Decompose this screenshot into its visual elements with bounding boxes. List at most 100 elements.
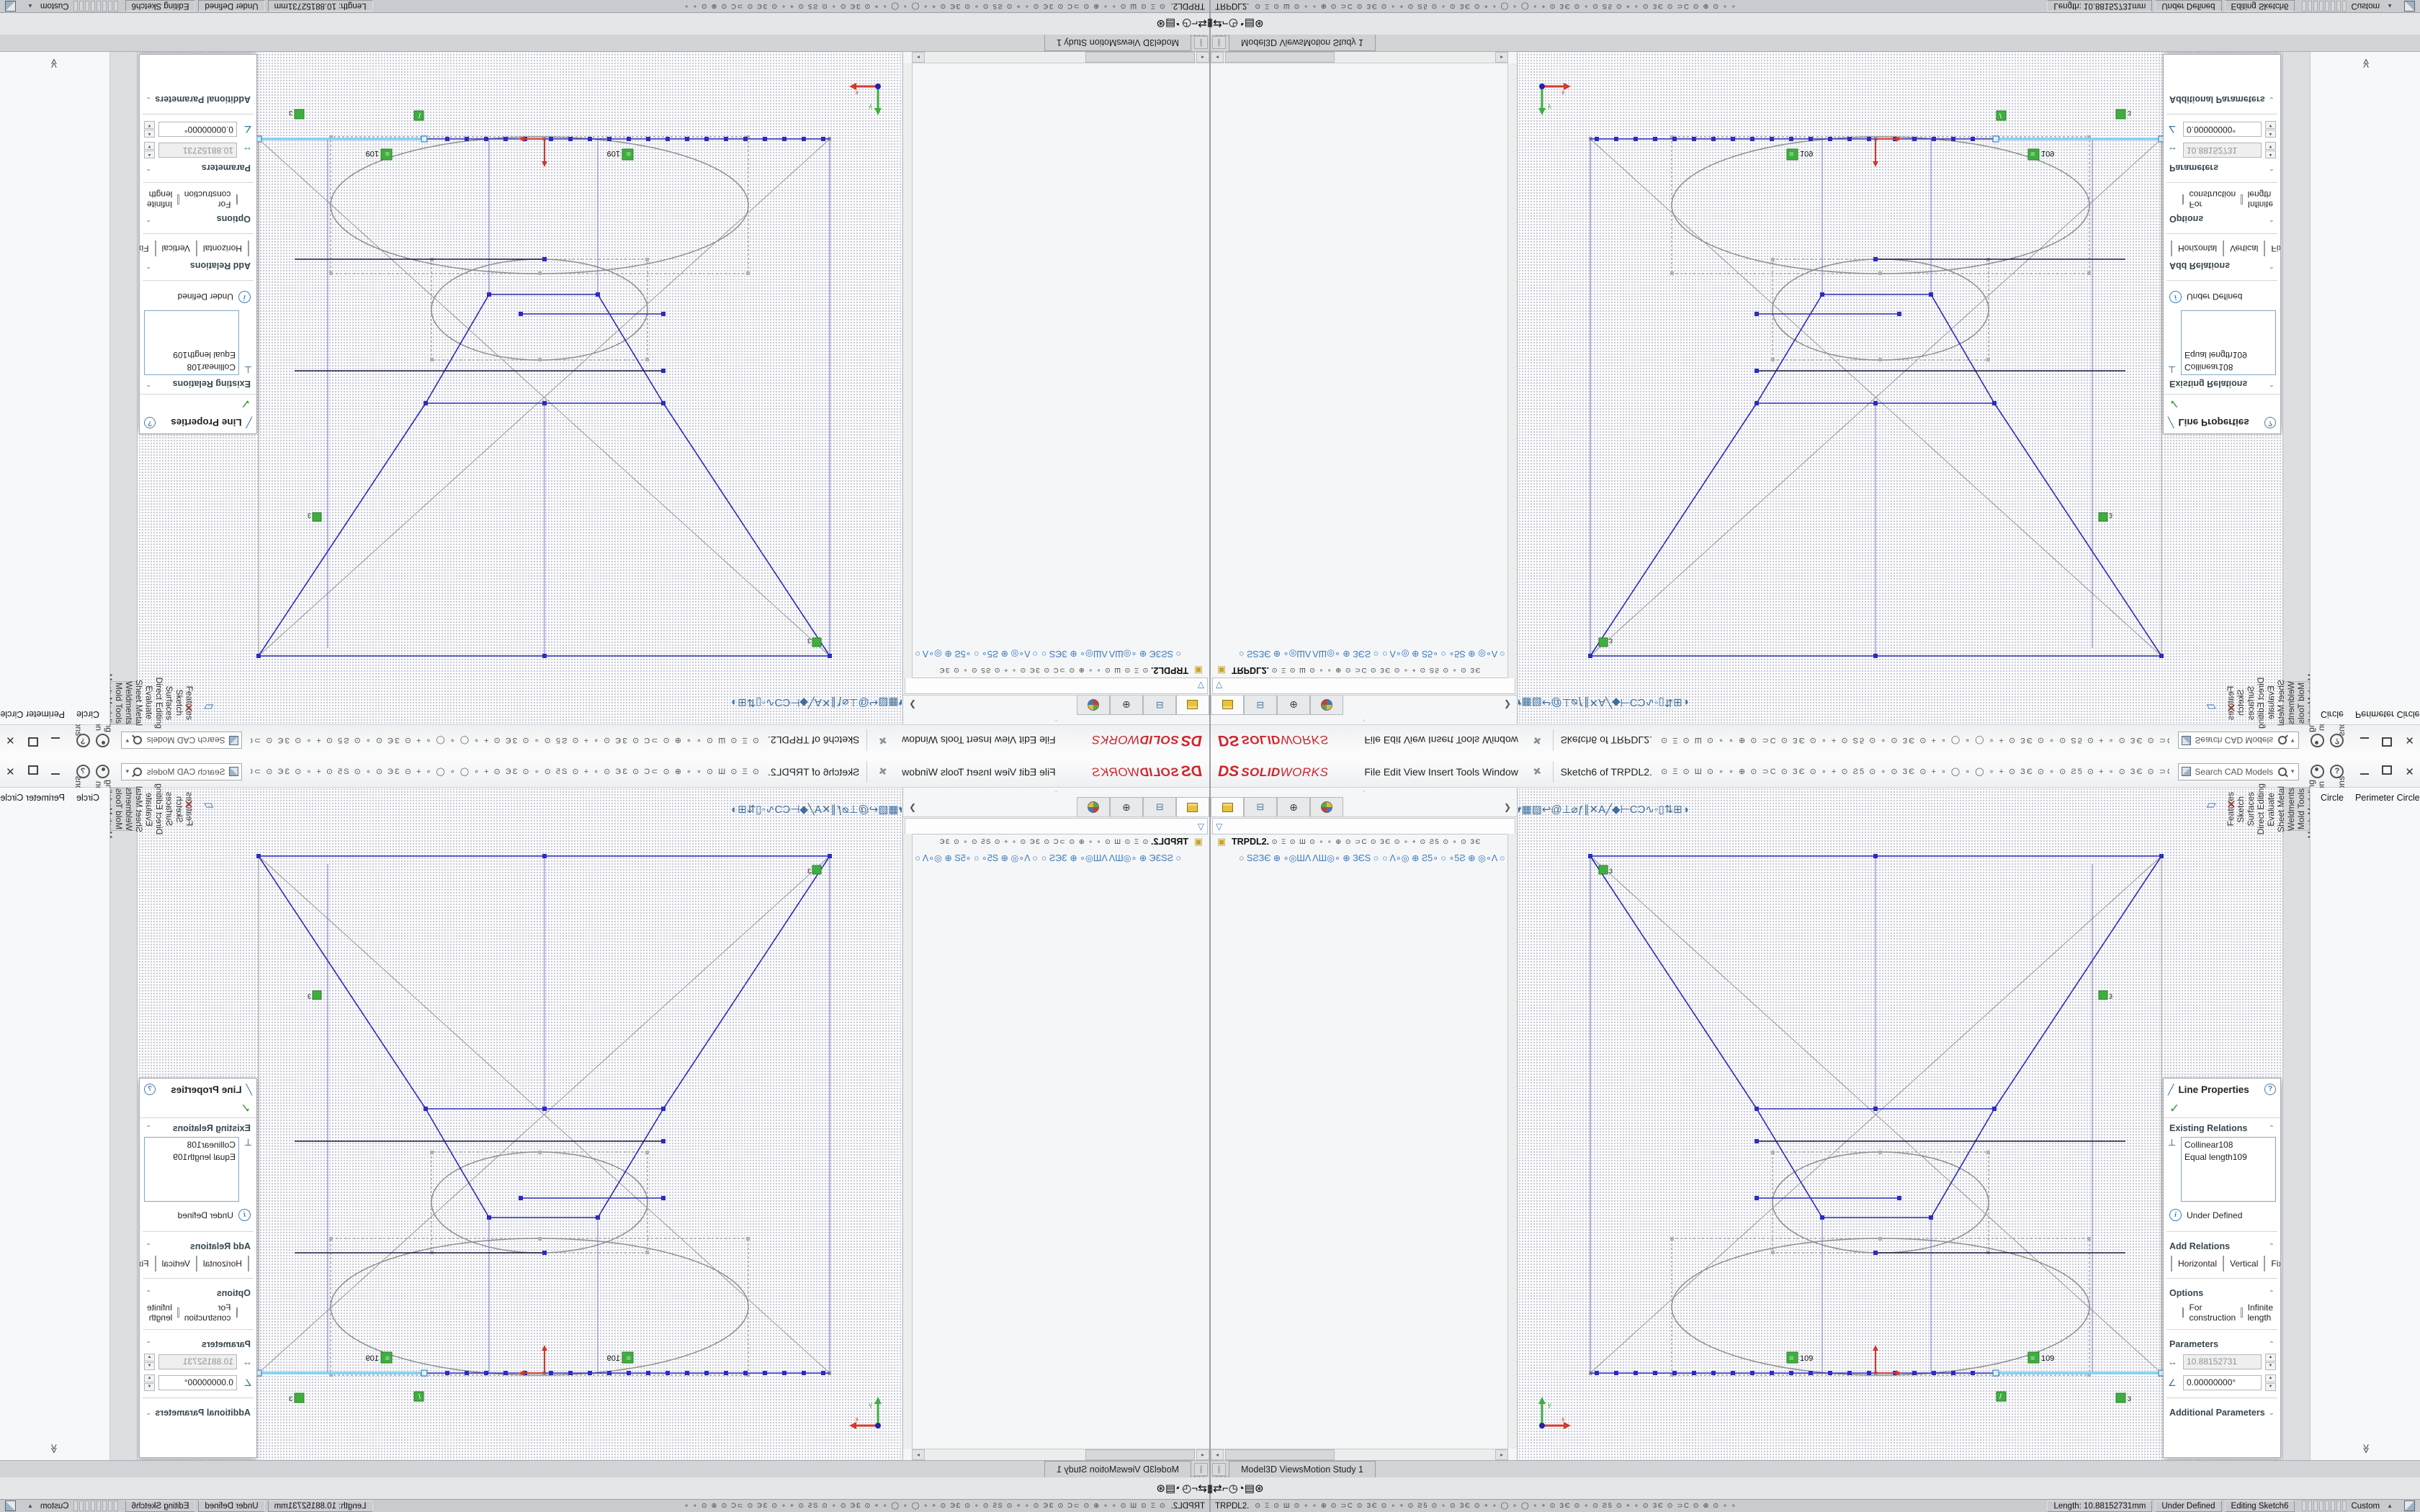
length-spinner[interactable]: ▲▼ <box>2265 1354 2276 1370</box>
relation-button-icon[interactable] <box>2171 240 2172 256</box>
menu-item[interactable]: View <box>995 766 1016 778</box>
user-account-icon[interactable] <box>96 734 109 747</box>
add-relations-header[interactable]: Add Relations ⌃ <box>2164 1236 2280 1254</box>
view-toolbar-icon[interactable]: ∿ <box>766 803 775 816</box>
view-toolbar-icon[interactable]: ∿ <box>1645 696 1654 709</box>
commandmanager-tab[interactable]: Direct Editing <box>2256 677 2266 728</box>
commandmanager-tab[interactable]: Direct Editing <box>154 783 164 834</box>
view-toolbar-icon[interactable]: ◆ <box>1612 696 1621 709</box>
collapse-icon[interactable]: ⌃ <box>145 380 151 388</box>
angle-spinner[interactable]: ▲▼ <box>144 121 155 138</box>
view-toolbar-icon[interactable]: ⊞ <box>738 696 747 709</box>
scroll-left-icon[interactable]: ◂ <box>1211 52 1224 63</box>
view-toolbar-icon[interactable]: ✕ <box>822 696 831 709</box>
scrollbar-thumb[interactable] <box>1225 1449 1335 1460</box>
checkbox[interactable] <box>2241 194 2242 204</box>
view-toolbar-icon[interactable]: ◆ <box>799 696 808 709</box>
add-relations-header[interactable]: Add Relations ⌃ <box>140 1236 256 1254</box>
parameters-header[interactable]: Parameters ⌃ <box>2164 161 2280 178</box>
view-toolbar-icon[interactable]: ▦ <box>888 803 898 816</box>
commandmanager-tab[interactable]: Mold Tools <box>114 682 124 723</box>
view-toolbar-icon[interactable]: Α <box>815 697 822 709</box>
view-toolbar-icon[interactable]: ⌀ <box>1572 803 1578 816</box>
view-toolbar-icon[interactable]: ✕ <box>1590 696 1599 709</box>
menu-item[interactable]: Insert <box>1428 735 1453 747</box>
propertymanager-tab[interactable]: ⊟ <box>1244 696 1277 715</box>
scroll-right-icon[interactable]: ▸ <box>912 1449 925 1460</box>
status-custom-dropdown[interactable]: Custom <box>2351 2 2380 11</box>
search-input[interactable]: Search CAD Models <box>142 767 225 777</box>
view-toolbar-icon[interactable]: @ <box>1551 804 1561 816</box>
checkbox[interactable] <box>2182 1308 2184 1318</box>
tree-root[interactable]: ▣ TRPDL2. ⊙ Ξ ⊙ Ш ⊙ ∘ ∘ ⊕ ⊙ ⊃С ⊙ ЗЄ ⊙ ∘ … <box>912 662 1209 678</box>
view-toolbar-icon[interactable]: ◑ <box>731 804 738 816</box>
angle-field[interactable]: 0.00000000° <box>2183 1375 2262 1390</box>
commandmanager-tab[interactable]: Surfaces <box>2246 792 2256 826</box>
pin-icon[interactable]: ✚ <box>877 764 890 779</box>
graphics-area[interactable]: y x = 109 = 109 / 3 <box>138 788 902 1460</box>
menu-item[interactable]: View <box>1404 735 1425 747</box>
view-toolbar-icon[interactable]: ⊢ <box>790 696 799 709</box>
view-toolbar-icon[interactable]: ▯ <box>756 803 761 816</box>
bottom-toolbar-icon[interactable]: ◔ <box>1238 18 1245 30</box>
user-account-icon[interactable] <box>2311 734 2324 747</box>
search-box[interactable]: Search CAD Models ▾ <box>121 763 242 780</box>
existing-relations-header[interactable]: Existing Relations ⌃ <box>140 1118 256 1135</box>
tree-item-label[interactable]: ○ Λ∘◎ ⊕ Ƨ5∘ ○ ∘5Ƨ ⊕ ◎∘Λ ○ <box>915 649 1037 660</box>
view-toolbar-icon[interactable]: ╱ <box>808 803 815 816</box>
checkbox[interactable] <box>2241 1308 2242 1318</box>
commandmanager-tab[interactable]: Surfaces <box>2246 685 2256 719</box>
relation-button-icon[interactable] <box>2223 240 2224 256</box>
search-box[interactable]: Search CAD Models ▾ <box>2178 732 2299 750</box>
view-toolbar-icon[interactable]: Α <box>1598 697 1605 709</box>
length-field[interactable]: 10.88152731 <box>2183 143 2262 158</box>
restore-button[interactable] <box>28 765 38 778</box>
scrollbar-thumb[interactable] <box>1225 52 1335 63</box>
scroll-left-icon[interactable]: ◂ <box>1196 52 1209 63</box>
relation-button-label[interactable]: Horizontal <box>2178 243 2217 253</box>
ok-button[interactable]: ✓ <box>241 1102 251 1116</box>
ok-button[interactable]: ✓ <box>241 396 251 410</box>
relation-button-label[interactable]: Vertical <box>162 1259 190 1269</box>
menu-item[interactable]: File <box>1039 735 1056 747</box>
view-toolbar-icon[interactable]: ⊞ <box>1673 696 1682 709</box>
tree-filter-box[interactable]: ▽ <box>1212 678 1515 694</box>
bottom-toolbar-icon[interactable]: ▤ <box>1245 17 1255 30</box>
existing-relations-header[interactable]: Existing Relations ⌃ <box>2164 377 2280 394</box>
panel-help-icon[interactable]: ? <box>2264 1084 2276 1095</box>
ok-button[interactable]: ✓ <box>2169 1102 2179 1116</box>
options-header[interactable]: Options ⌃ <box>140 1283 256 1300</box>
panel-splitter-handle[interactable]: ◦ <box>903 788 1209 797</box>
add-relations-header[interactable]: Add Relations ⌃ <box>140 258 256 276</box>
commandmanager-tab[interactable]: Weldments <box>124 788 134 831</box>
custom-dropdown-arrow-icon[interactable]: ▲ <box>27 3 33 9</box>
more-tools-icon[interactable]: ≫ <box>48 58 60 68</box>
view-toolbar-icon[interactable]: ⇅ <box>1664 696 1674 709</box>
view-toolbar-icon[interactable]: ∥ <box>1584 696 1590 709</box>
view-toolbar-icon[interactable]: ╱ <box>1605 696 1612 709</box>
relation-button-label[interactable]: Vertical <box>162 243 190 253</box>
pin-icon[interactable]: ✚ <box>1530 733 1543 748</box>
view-toolbar-icon[interactable]: С <box>782 804 790 816</box>
bottom-toolbar-icon[interactable]: ◔ <box>1238 1482 1245 1495</box>
checkbox[interactable] <box>177 1308 179 1318</box>
titlebar-toolbar-icons[interactable]: ⊙ Ξ ⊙ Ш ⊙ ∘ ∘ ⊕ ⊙ ⊃С ⊙ ЗЄ ⊙ ∘ + ⊙ Ƨ5 ⊙ ∘… <box>1661 767 2169 776</box>
tree-filter-box[interactable]: ▽ <box>905 818 1208 834</box>
commandmanager-tab[interactable]: Evaluate <box>2266 793 2276 827</box>
length-field[interactable]: 10.88152731 <box>158 143 237 158</box>
close-button[interactable]: ✕ <box>6 765 15 778</box>
relation-button-label[interactable]: Horizontal <box>203 243 242 253</box>
commandmanager-tab[interactable]: Features <box>2226 792 2236 826</box>
checkbox[interactable] <box>236 1308 238 1318</box>
additional-parameters-header[interactable]: Additional Parameters ⌄ <box>140 1403 256 1420</box>
flyout-arrow-icon[interactable]: ❯ <box>903 797 922 816</box>
menu-item[interactable]: Window <box>1482 766 1518 778</box>
user-account-icon[interactable] <box>2311 765 2324 778</box>
view-toolbar-icon[interactable]: ⇅ <box>1664 803 1674 816</box>
view-toolbar-icon[interactable]: ◑ <box>731 697 738 709</box>
titlebar-toolbar-icons[interactable]: ⊙ Ξ ⊙ Ш ⊙ ∘ ∘ ⊕ ⊙ ⊃С ⊙ ЗЄ ⊙ ∘ + ⊙ Ƨ5 ⊙ ∘… <box>251 767 759 776</box>
relation-button-label[interactable]: Vertical <box>2230 243 2258 253</box>
bottom-toolbar-icon[interactable]: ⌐ <box>1191 1482 1198 1495</box>
featuremanager-tab[interactable] <box>1211 696 1244 715</box>
document-tab[interactable]: 3D Views <box>1265 1464 1304 1475</box>
